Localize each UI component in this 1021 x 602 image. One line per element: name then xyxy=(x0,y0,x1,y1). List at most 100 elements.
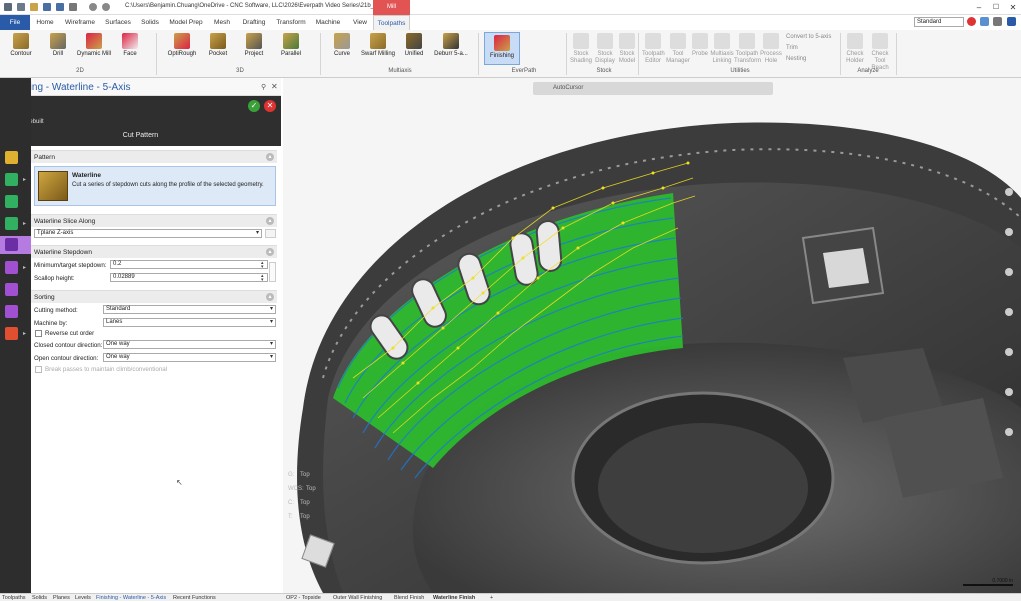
slice-pick-button[interactable] xyxy=(265,229,276,238)
cut-pattern-nav[interactable] xyxy=(0,236,31,254)
minimize-button[interactable]: – xyxy=(973,2,985,13)
tab-transform[interactable]: Transform xyxy=(274,15,308,30)
slice-along-select[interactable]: Tplane Z-axis xyxy=(34,229,262,238)
unified-button[interactable]: Unified xyxy=(400,33,428,58)
machine-by-select[interactable]: Lanes xyxy=(103,318,276,327)
snap-icon[interactable] xyxy=(1005,348,1013,356)
closed-dir-select[interactable]: One way xyxy=(103,340,276,349)
drill-button[interactable]: Drill xyxy=(44,33,72,58)
stock-shading-button[interactable]: Stock Shading xyxy=(570,33,592,65)
contour-button[interactable]: Contour xyxy=(6,33,36,58)
check-tool-reach-button[interactable]: Check Tool Reach xyxy=(868,33,892,72)
snap-icon[interactable] xyxy=(1005,428,1013,436)
tab-solids[interactable]: Solids xyxy=(139,15,161,30)
redo-icon[interactable] xyxy=(102,3,110,11)
tool-manager-button[interactable]: Tool Manager xyxy=(666,33,690,65)
snap-icon[interactable] xyxy=(1005,228,1013,236)
undo-icon[interactable] xyxy=(89,3,97,11)
maximize-button[interactable]: ☐ xyxy=(990,2,1002,13)
stepdown-spinner[interactable]: ▴ ▾ xyxy=(261,261,264,270)
expand-icon[interactable]: ▸ xyxy=(23,330,26,337)
view-select[interactable]: Standard xyxy=(914,17,964,27)
close-button[interactable]: ✕ xyxy=(1007,2,1019,13)
parallel-button[interactable]: Parallel xyxy=(276,33,306,58)
stock-icon[interactable] xyxy=(5,217,18,230)
tool-icon[interactable] xyxy=(5,173,18,186)
trim-button[interactable]: Trim xyxy=(786,45,798,51)
pattern-card[interactable]: Waterline Cut a series of stepdown cuts … xyxy=(34,166,276,206)
snap-icon[interactable] xyxy=(1005,188,1013,196)
toolpath-type-icon[interactable] xyxy=(5,151,18,164)
snap-icon[interactable] xyxy=(1005,268,1013,276)
check-holder-button[interactable]: Check Holder xyxy=(844,33,866,65)
link-toggle[interactable] xyxy=(269,262,276,282)
face-button[interactable]: Face xyxy=(118,33,142,58)
convert-5axis-button[interactable]: Convert to 5-axis xyxy=(786,34,831,40)
expand-icon[interactable]: ▸ xyxy=(23,264,26,271)
tool-axis-icon[interactable] xyxy=(5,261,18,274)
collapse-icon[interactable]: ▴ xyxy=(266,217,274,225)
process-hole-button[interactable]: Process Hole xyxy=(760,33,782,65)
swarf-milling-button[interactable]: Swarf Milling xyxy=(360,33,396,58)
slice-section[interactable]: Waterline Slice Along ▴ xyxy=(31,214,277,227)
pattern-section[interactable]: Pattern ▴ xyxy=(31,150,277,163)
toolpath-editor-button[interactable]: Toolpath Editor xyxy=(642,33,665,65)
optirough-button[interactable]: OptiRough xyxy=(166,33,198,58)
save-icon[interactable] xyxy=(43,3,51,11)
expand-icon[interactable]: ▸ xyxy=(23,220,26,227)
expand-icon[interactable]: ▸ xyxy=(23,176,26,183)
dynamic-mill-button[interactable]: Dynamic Mill xyxy=(76,33,112,58)
reverse-checkbox[interactable] xyxy=(35,330,42,337)
toolpath-transform-button[interactable]: Toolpath Transform xyxy=(734,33,761,65)
holder-icon[interactable] xyxy=(5,195,18,208)
collision-icon[interactable] xyxy=(5,283,18,296)
mill-context-tab[interactable]: Mill xyxy=(373,0,410,15)
options-icon[interactable] xyxy=(993,17,1002,26)
snap-icon[interactable] xyxy=(1005,308,1013,316)
open-dir-select[interactable]: One way xyxy=(103,353,276,362)
probe-button[interactable]: Probe xyxy=(690,33,710,58)
curve-button[interactable]: Curve xyxy=(328,33,356,58)
project-button[interactable]: Project xyxy=(240,33,268,58)
tab-toolpaths[interactable]: Toolpaths xyxy=(373,15,410,30)
cancel-button[interactable]: ✕ xyxy=(264,100,276,112)
snap-icon[interactable] xyxy=(1005,388,1013,396)
cutting-method-select[interactable]: Standard xyxy=(103,305,276,314)
min-stepdown-input[interactable]: 0.2 xyxy=(110,260,268,269)
tab-machine[interactable]: Machine xyxy=(313,15,343,30)
new-icon[interactable] xyxy=(17,3,25,11)
record-icon[interactable] xyxy=(967,17,976,26)
deburr-button[interactable]: Deburr 5-a... xyxy=(432,33,470,58)
ok-button[interactable]: ✓ xyxy=(248,100,260,112)
collapse-icon[interactable]: ▴ xyxy=(266,293,274,301)
pocket-button[interactable]: Pocket xyxy=(204,33,232,58)
print-icon[interactable] xyxy=(69,3,77,11)
finishing-button[interactable]: Finishing xyxy=(484,32,520,65)
panel-close-icon[interactable]: ✕ xyxy=(271,82,278,91)
autocursor-label[interactable]: AutoCursor xyxy=(553,85,583,91)
stock-display-button[interactable]: Stock Display xyxy=(594,33,616,65)
tab-home[interactable]: Home xyxy=(33,15,57,30)
multiaxis-linking-button[interactable]: Multiaxis Linking xyxy=(710,33,734,65)
linking-icon[interactable] xyxy=(5,305,18,318)
tab-model-prep[interactable]: Model Prep xyxy=(168,15,204,30)
info-icon[interactable] xyxy=(1007,17,1016,26)
collapse-icon[interactable]: ▴ xyxy=(266,248,274,256)
tab-wireframe[interactable]: Wireframe xyxy=(63,15,97,30)
sorting-section[interactable]: Sorting ▴ xyxy=(31,290,277,303)
misc-icon[interactable] xyxy=(5,327,18,340)
graphics-viewport[interactable]: AutoCursor G: Top WCS: Top C: Top T: Top… xyxy=(283,78,1021,593)
pin-icon[interactable]: ⚲ xyxy=(261,83,266,91)
scallop-input[interactable]: 0.02889 xyxy=(110,273,268,282)
help-icon[interactable] xyxy=(980,17,989,26)
open-icon[interactable] xyxy=(30,3,38,11)
save-as-icon[interactable] xyxy=(56,3,64,11)
scallop-spinner[interactable]: ▴ ▾ xyxy=(261,274,264,283)
stepdown-section[interactable]: Waterline Stepdown ▴ xyxy=(31,245,277,258)
tab-surfaces[interactable]: Surfaces xyxy=(102,15,134,30)
tab-drafting[interactable]: Drafting xyxy=(238,15,270,30)
tab-mesh[interactable]: Mesh xyxy=(211,15,233,30)
collapse-icon[interactable]: ▴ xyxy=(266,153,274,161)
break-passes-checkbox[interactable] xyxy=(35,366,42,373)
tab-view[interactable]: View xyxy=(349,15,371,30)
